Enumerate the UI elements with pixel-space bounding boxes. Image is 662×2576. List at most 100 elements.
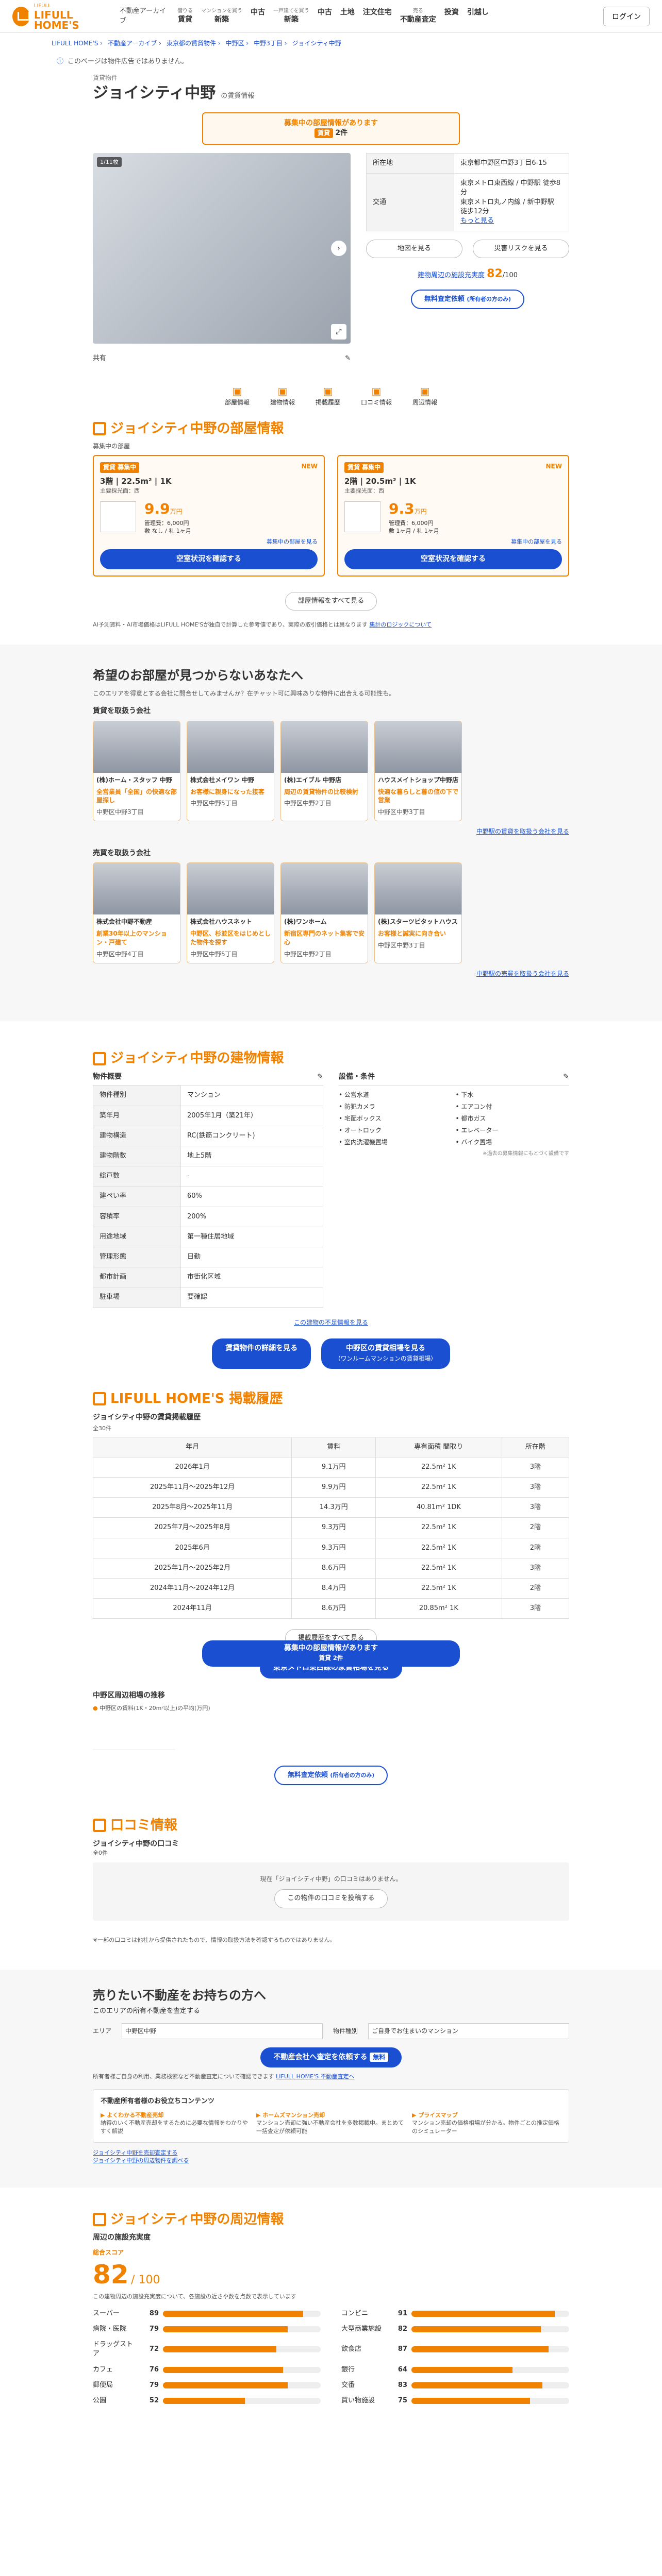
room-direction: 主要採光面：西 — [344, 487, 384, 494]
content-title: ▶ ホームズマンション売却 — [256, 2111, 325, 2119]
appraisal-button[interactable]: 無料査定依頼 (所有者の方のみ) — [410, 290, 525, 310]
content-card[interactable]: ▶ ホームズマンション売却 マンション売却に強い不動産会社を多数掲載中。まとめて一… — [256, 2111, 406, 2135]
rent-agents-link[interactable]: 中野駅の賃貸を取扱う会社を見る — [476, 828, 569, 835]
room-more-link[interactable]: 募集中の部屋を見る — [100, 538, 318, 546]
breadcrumb-item[interactable]: 中野3丁目 › — [254, 40, 287, 47]
logic-link[interactable]: 集計のロジックについて — [369, 621, 432, 628]
info-more-link[interactable]: この建物の不足情報を見る — [294, 1319, 368, 1326]
tab-1[interactable]: ▣ 建物情報 — [270, 384, 295, 407]
nav-item-5[interactable]: 土地 — [340, 8, 355, 25]
legend-dot-icon: ● — [93, 1704, 98, 1711]
shop-card[interactable]: (株)ホーム・スタッフ 中野 全営業員「全国」の快適な部屋探し 中野区中野3丁目 — [93, 720, 180, 822]
score-fill — [411, 2382, 542, 2388]
score-pair: ドラッグストア 72 飲食店 87 — [93, 2337, 569, 2362]
nav-item-9[interactable]: 引越し — [467, 8, 489, 25]
shop-name: ハウスメイトショップ中野店 — [378, 776, 459, 784]
all-rooms-button[interactable]: 部屋情報をすべて見る — [285, 592, 377, 611]
history-head-cell: 専有面積 間取り — [375, 1436, 502, 1458]
breadcrumb-item[interactable]: 東京都の賃貸物件 › — [167, 40, 221, 47]
post-review-button[interactable]: この物件の口コミを投稿する — [274, 1889, 388, 1908]
sale-agents-link[interactable]: 中野駅の売買を取扱う会社を見る — [476, 970, 569, 977]
edit-icon[interactable]: ✎ — [345, 354, 351, 363]
vacancy-button[interactable]: 空室状況を確認する — [100, 549, 318, 570]
outline-row: 建物構造 RC(鉄筋コンクリート) — [93, 1125, 323, 1146]
shop-card[interactable]: (株)スターツピタットハウス お客様と誠実に向き合い 中野区中野3丁目 — [374, 862, 462, 963]
score-fill — [411, 2346, 549, 2353]
outline-value: 60% — [180, 1186, 323, 1207]
shop-card[interactable]: ハウスメイトショップ中野店 快適な暮らしと暮の値の下で営業 中野区中野3丁目 — [374, 720, 462, 822]
tab-label: 掲載履歴 — [315, 399, 340, 406]
shop-card[interactable]: 株式会社中野不動産 創業30年以上のマンション・戸建て 中野区中野4丁目 — [93, 862, 180, 963]
new-badge: NEW — [545, 463, 562, 470]
tab-3[interactable]: ▣ 口コミ情報 — [361, 384, 392, 407]
nav-sub: 一戸建てを買う — [273, 8, 309, 14]
nav-item-7[interactable]: 売る 不動産査定 — [400, 8, 436, 25]
recruit-banner[interactable]: 募集中の部屋情報があります 賃貸 2件 — [202, 112, 460, 145]
type-select[interactable]: ご自身でお住まいのマンション — [368, 2023, 569, 2039]
outline-value: 200% — [180, 1206, 323, 1227]
nav-item-3[interactable]: 一戸建てを買う 新築 — [273, 8, 309, 25]
nav-item-2[interactable]: 中古 — [251, 8, 265, 25]
nav-item-4[interactable]: 中古 — [318, 8, 332, 25]
access-more-link[interactable]: もっと見る — [460, 217, 494, 225]
score-label: コンビニ — [341, 2309, 369, 2317]
tab-4[interactable]: ▣ 周辺情報 — [412, 384, 437, 407]
score-bar — [163, 2398, 321, 2404]
room-body: 9.9万円 管理費：6,000円敷 なし / 礼 1ヶ月 — [100, 499, 318, 535]
nav-label: 新築 — [284, 15, 299, 24]
agents-sub: このエリアを得意とする会社に問合せしてみませんか？在チャット可に興味ありな物件に… — [93, 690, 395, 698]
equip-item: • 公営水道 — [339, 1091, 369, 1099]
sell-request-button[interactable]: 不動産会社へ査定を依頼する 無料 — [260, 2047, 402, 2068]
tab-2[interactable]: ▣ 掲載履歴 — [316, 384, 340, 407]
shop-card[interactable]: 株式会社メイワン 中野 お客様に親身になった接客 中野区中野5丁目 — [187, 720, 274, 822]
room-spec: 3階 | 22.5m² | 1K — [100, 476, 172, 486]
shop-card[interactable]: 株式会社ハウスネット 中野区、杉並区をはじめとした物件を探す 中野区中野5丁目 — [187, 862, 274, 963]
zoom-icon[interactable]: ⤢ — [331, 324, 346, 340]
outline-key: 物件種別 — [93, 1085, 181, 1106]
shop-card[interactable]: (株)ワンホーム 新宿区専門のネット集客で安心 中野区中野2丁目 — [280, 862, 368, 963]
edit-outline-icon[interactable]: ✎ — [317, 1072, 323, 1082]
shop-photo — [93, 863, 180, 915]
equip-note: ※過去の募集情報にもとづく設備です — [483, 1151, 569, 1157]
breadcrumb-item[interactable]: 不動産アーカイブ › — [108, 40, 161, 47]
main-photo[interactable]: 1/11枚 › ⤢ — [93, 152, 351, 344]
tab-0[interactable]: ▣ 部屋情報 — [225, 384, 250, 407]
rent-detail-button[interactable]: 賃貸物件の詳細を見る — [212, 1338, 311, 1369]
content-card[interactable]: ▶ プライスマップ マンション売却の価格相場が分かる。物件ごとの推定価格のシミュレ… — [412, 2111, 561, 2135]
room-price: 9.9万円 管理費：6,000円敷 なし / 礼 1ヶ月 — [144, 499, 191, 535]
nav-item-8[interactable]: 投資 — [444, 8, 459, 25]
next-photo-icon[interactable]: › — [331, 240, 346, 256]
review-empty: 現在「ジョイシティ中野」の口コミはありません。 — [260, 1875, 402, 1883]
score-row: 銀行 64 — [341, 2362, 569, 2378]
area-price-button[interactable]: 中野区の賃貸相場を見る （ワンルームマンションの賃貸相場） — [321, 1338, 450, 1369]
hazard-button[interactable]: 災害リスクを見る — [473, 240, 569, 259]
site-logo[interactable]: LIFULL LIFULL HOME'S 不動産アーカイブ — [12, 3, 167, 30]
history-date: 2026年1月 — [92, 1456, 292, 1478]
score-bar — [163, 2366, 321, 2373]
shop-card[interactable]: (株)エイブル 中野店 周辺の賃貸物件の比較検討 中野区中野2丁目 — [280, 720, 368, 822]
sell-link-1[interactable]: ジョイシティ中野を売却査定する — [93, 2149, 177, 2156]
appraisal-button-2[interactable]: 無料査定依頼 (所有者の方のみ) — [274, 1766, 388, 1786]
breadcrumb-item[interactable]: 中野区 › — [226, 40, 249, 47]
history-row: 2025年6月 9.3万円 22.5m² 1K 2階 — [92, 1537, 570, 1558]
floorplan-icon[interactable] — [100, 501, 136, 533]
nav-item-0[interactable]: 借りる 賃貸 — [177, 8, 193, 25]
vacancy-button[interactable]: 空室状況を確認する — [344, 549, 562, 570]
content-card[interactable]: ▶ よくわかる不動産売却 納得のいく不動産売却をするために必要な情報をわかりやすく… — [101, 2111, 250, 2135]
content-desc: マンション売却に強い不動産会社を多数掲載中。まとめて一括査定が依頼可能 — [256, 2120, 404, 2134]
area-select[interactable]: 中野区中野 — [122, 2023, 323, 2039]
facility-score-link[interactable]: 建物周辺の施設充実度 — [418, 272, 485, 279]
history-overlay-button[interactable]: 募集中の部屋情報があります 賃貸 2件 — [202, 1640, 460, 1667]
edit-equip-icon[interactable]: ✎ — [563, 1072, 569, 1082]
sell-note-link[interactable]: LIFULL HOME'S 不動産査定へ — [276, 2073, 354, 2080]
nav-item-1[interactable]: マンションを買う 新築 — [201, 8, 242, 25]
floorplan-icon[interactable] — [344, 501, 380, 533]
breadcrumb-item[interactable]: LIFULL HOME'S › — [52, 40, 103, 47]
map-button[interactable]: 地図を見る — [366, 240, 462, 259]
nav-item-6[interactable]: 注文住宅 — [363, 8, 392, 25]
sell-section: 売りたい不動産をお持ちの方へ このエリアの所有不動産を査定する エリア 中野区中… — [0, 1970, 662, 2188]
login-button[interactable]: ログイン — [603, 6, 650, 26]
sell-link-2[interactable]: ジョイシティ中野の周辺物件を調べる — [93, 2157, 189, 2164]
room-more-link[interactable]: 募集中の部屋を見る — [344, 538, 562, 546]
shop-address: 中野区中野3丁目 — [378, 942, 425, 950]
